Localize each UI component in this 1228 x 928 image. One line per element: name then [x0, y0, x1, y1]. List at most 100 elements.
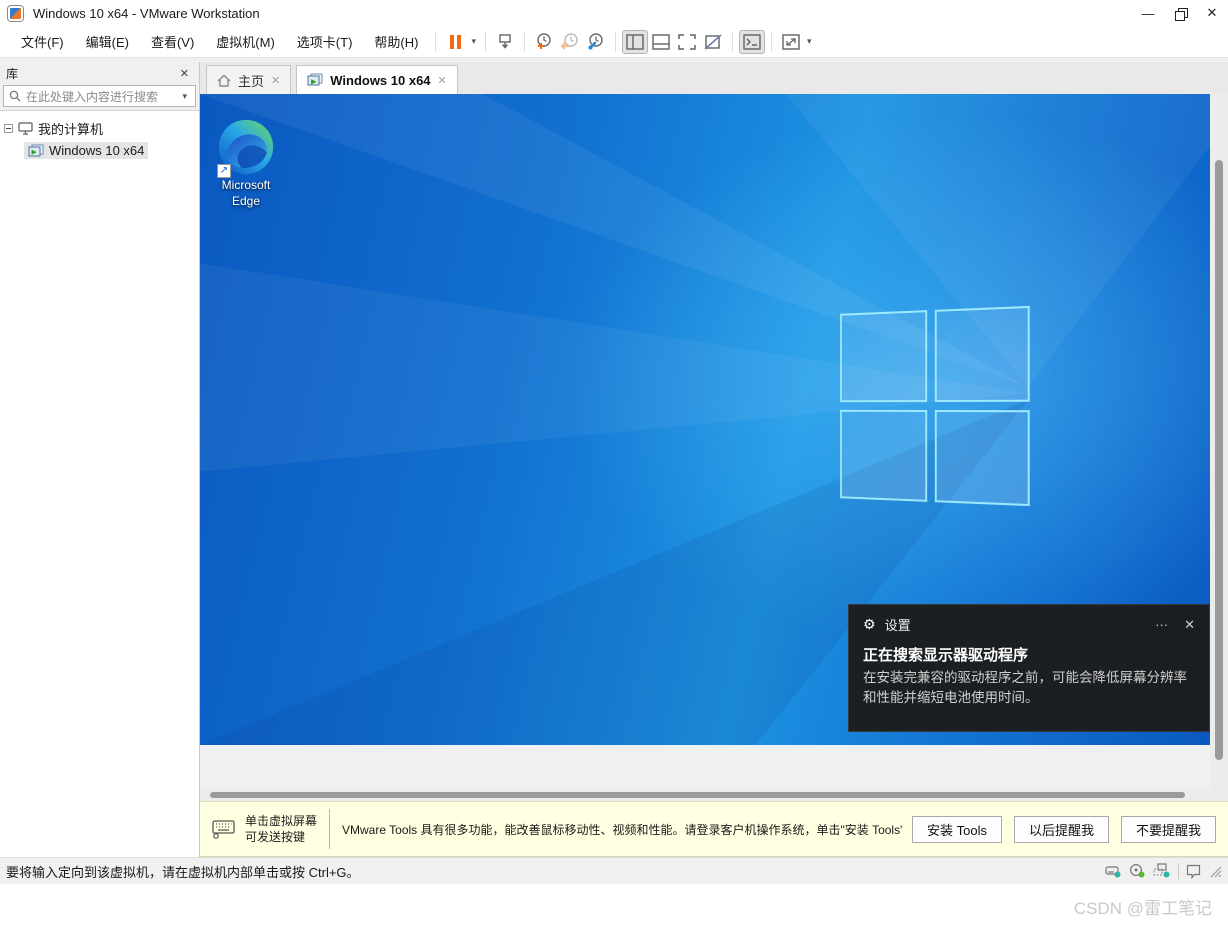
library-search-input[interactable]: 在此处键入内容进行搜索 ▾	[3, 85, 196, 107]
revert-snapshot-button[interactable]	[557, 30, 583, 54]
title-bar: Windows 10 x64 - VMware Workstation — ✕	[0, 0, 1228, 26]
edge-desktop-shortcut[interactable]: ↗ Microsoft Edge	[208, 118, 284, 209]
shortcut-label: Microsoft Edge	[208, 178, 284, 209]
menu-file[interactable]: 文件(F)	[10, 26, 75, 57]
never-remind-button[interactable]: 不要提醒我	[1121, 816, 1216, 843]
guest-desktop[interactable]: ↗ Microsoft Edge ⚙ 设置 ··· ✕ 正在搜索显示器驱动程序	[200, 94, 1210, 745]
tab-close-icon[interactable]: ✕	[438, 74, 447, 87]
network-adapter-status-icon[interactable]	[1153, 863, 1171, 879]
hard-disk-status-icon[interactable]	[1105, 863, 1122, 879]
tree-node-my-computer[interactable]: 我的计算机	[0, 117, 199, 140]
tools-buttons: 安装 Tools 以后提醒我 不要提醒我	[912, 816, 1216, 843]
menu-vm[interactable]: 虚拟机(M)	[205, 26, 286, 57]
install-tools-button[interactable]: 安装 Tools	[912, 816, 1002, 843]
vm-running-icon	[28, 144, 44, 158]
menu-bar: 文件(F) 编辑(E) 查看(V) 虚拟机(M) 选项卡(T) 帮助(H) ▾	[0, 26, 1228, 58]
toast-title: 正在搜索显示器驱动程序	[849, 638, 1209, 665]
menu-tabs[interactable]: 选项卡(T)	[286, 26, 364, 57]
stretch-guest-button[interactable]	[778, 30, 804, 54]
menu-help[interactable]: 帮助(H)	[363, 26, 429, 57]
toolbar-separator	[485, 32, 486, 52]
collapse-icon	[4, 124, 13, 133]
vm-console[interactable]: ↗ Microsoft Edge ⚙ 设置 ··· ✕ 正在搜索显示器驱动程序	[200, 94, 1210, 789]
menu-edit[interactable]: 编辑(E)	[75, 26, 140, 57]
take-snapshot-button[interactable]	[531, 30, 557, 54]
toolbar-separator	[732, 32, 733, 52]
tools-hint: 单击虚拟屏幕 可发送按键	[245, 813, 317, 845]
cd-dvd-status-icon[interactable]	[1129, 863, 1146, 879]
maximize-button[interactable]	[1164, 0, 1196, 26]
tab-close-icon[interactable]: ✕	[271, 74, 280, 87]
vertical-scrollbar[interactable]	[1210, 94, 1228, 789]
vm-running-icon	[307, 73, 323, 87]
pause-icon	[450, 35, 461, 49]
console-view-button[interactable]	[739, 30, 765, 54]
toolbar-separator	[435, 32, 436, 52]
library-header: 库 ✕	[0, 62, 199, 84]
vertical-scrollbar-thumb[interactable]	[1215, 160, 1223, 760]
toast-body: 在安装完兼容的驱动程序之前，可能会降低屏幕分辨率和性能并缩短电池使用时间。	[849, 665, 1209, 710]
status-separator	[1178, 863, 1179, 879]
toast-close-button[interactable]: ✕	[1184, 617, 1195, 633]
windows-logo-pane	[935, 306, 1030, 402]
csdn-watermark: CSDN @雷工笔记	[1074, 894, 1212, 919]
minimize-button[interactable]: —	[1132, 0, 1164, 26]
library-search-placeholder: 在此处键入内容进行搜索	[26, 88, 174, 105]
manage-snapshots-button[interactable]	[583, 30, 609, 54]
windows-logo-pane	[840, 310, 927, 402]
windows-logo-pane	[935, 410, 1030, 506]
send-ctrl-alt-del-icon	[496, 33, 514, 51]
suspend-vm-button[interactable]	[442, 30, 468, 54]
status-bar: 要将输入定向到该虚拟机，请在虚拟机内部单击或按 Ctrl+G。	[0, 857, 1228, 884]
gear-icon: ⚙	[863, 616, 876, 633]
computer-icon	[18, 122, 33, 135]
library-panel: 库 ✕ 在此处键入内容进行搜索 ▾ 我的计算机 Windows 10 x64	[0, 62, 200, 857]
toolbar-separator	[771, 32, 772, 52]
unity-mode-icon	[704, 34, 722, 50]
window-title: Windows 10 x64 - VMware Workstation	[33, 6, 260, 21]
scrollbar-corner	[1210, 789, 1228, 801]
tab-bar: 主页 ✕ Windows 10 x64 ✕	[200, 62, 1228, 94]
tab-label: Windows 10 x64	[330, 73, 430, 88]
toolbar-separator	[524, 32, 525, 52]
tab-home[interactable]: 主页 ✕	[206, 65, 291, 94]
toast-app-name: 设置	[885, 615, 911, 634]
tree-node-vm-selected[interactable]: Windows 10 x64	[24, 142, 148, 159]
tree-node-label: Windows 10 x64	[49, 143, 144, 158]
resize-grip-icon[interactable]	[1208, 864, 1222, 878]
toast-header: ⚙ 设置 ··· ✕	[849, 605, 1209, 638]
show-thumbnail-bar-button[interactable]	[648, 30, 674, 54]
unity-mode-button[interactable]	[700, 30, 726, 54]
menu-view[interactable]: 查看(V)	[140, 26, 205, 57]
device-status-icons	[1105, 863, 1222, 879]
tab-vm[interactable]: Windows 10 x64 ✕	[296, 65, 458, 94]
tree-node-label: 我的计算机	[38, 119, 103, 138]
search-dropdown-caret[interactable]: ▾	[179, 91, 190, 102]
keyboard-icon	[212, 819, 236, 839]
library-close-button[interactable]: ✕	[176, 67, 193, 80]
stretch-dropdown-caret[interactable]: ▾	[804, 36, 815, 47]
horizontal-scrollbar[interactable]	[200, 789, 1210, 801]
tree-node-vm[interactable]: Windows 10 x64	[0, 140, 199, 161]
home-icon	[217, 74, 231, 87]
send-ctrl-alt-del-button[interactable]	[492, 30, 518, 54]
vmware-logo-icon	[8, 6, 23, 21]
close-button[interactable]: ✕	[1196, 0, 1228, 26]
show-library-button[interactable]	[622, 30, 648, 54]
fullscreen-icon	[678, 34, 696, 50]
library-title: 库	[6, 65, 18, 82]
status-message: 要将输入定向到该虚拟机，请在虚拟机内部单击或按 Ctrl+G。	[6, 862, 360, 881]
page-bottom-strip: CSDN @雷工笔记	[0, 884, 1228, 928]
remind-later-button[interactable]: 以后提醒我	[1014, 816, 1109, 843]
panel-left-icon	[626, 34, 644, 50]
toast-more-button[interactable]: ···	[1155, 617, 1168, 633]
toolbar-separator	[615, 32, 616, 52]
restore-icon	[1175, 8, 1186, 19]
power-dropdown-caret[interactable]: ▾	[468, 36, 479, 47]
horizontal-scrollbar-thumb[interactable]	[210, 792, 1185, 798]
snapshot-revert-icon	[560, 32, 579, 51]
fullscreen-button[interactable]	[674, 30, 700, 54]
settings-notification-toast[interactable]: ⚙ 设置 ··· ✕ 正在搜索显示器驱动程序 在安装完兼容的驱动程序之前，可能会…	[848, 604, 1210, 732]
message-log-icon[interactable]	[1186, 864, 1201, 879]
tools-message: VMware Tools 具有很多功能，能改善鼠标移动性、视频和性能。请登录客户…	[342, 821, 902, 838]
